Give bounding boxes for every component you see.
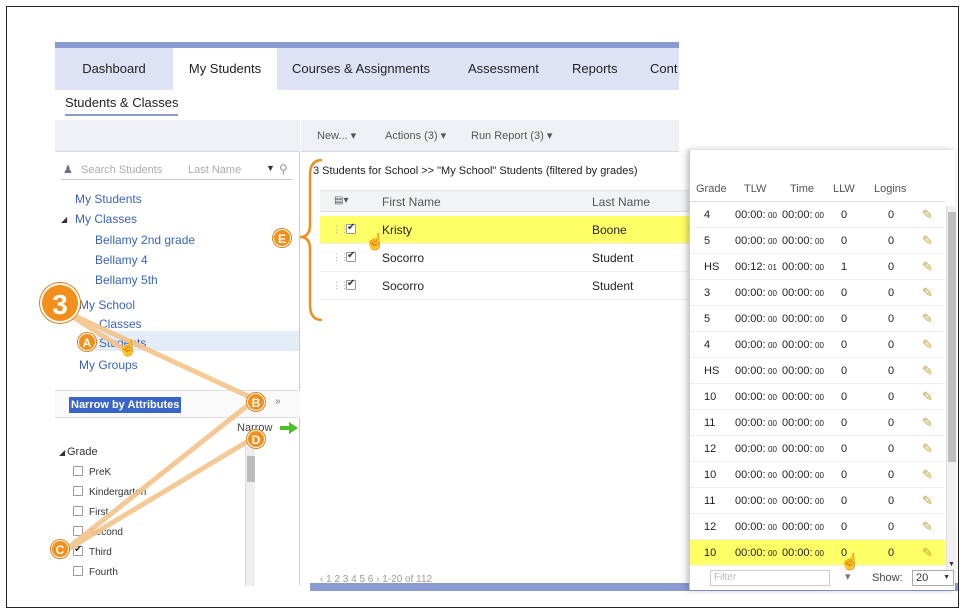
annotation-b: B — [247, 393, 265, 411]
hand-cursor-icon: ☝ — [840, 554, 860, 571]
step-3-badge: 3 — [40, 283, 80, 323]
annotation-c: C — [51, 540, 69, 558]
annotation-a: A — [78, 333, 96, 351]
annotation-lines — [59, 158, 323, 551]
annotation-d: D — [247, 430, 265, 448]
hand-cursor-icon: ☝ — [118, 340, 138, 357]
annotation-e: E — [273, 229, 291, 247]
hand-cursor-icon: ☝ — [365, 234, 385, 251]
